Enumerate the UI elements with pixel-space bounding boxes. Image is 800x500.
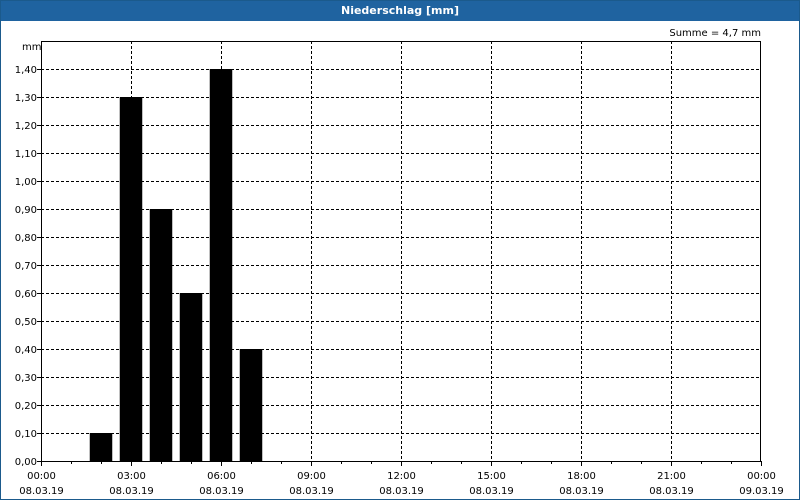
bar [239,349,263,461]
x-tick-date-label: 08.03.19 [109,486,154,497]
y-tick-label: 0,30 [15,373,37,384]
x-tick-time-label: 09:00 [297,471,326,482]
y-tick-label: 0,10 [15,429,37,440]
grid-layer [41,41,761,461]
bar [209,69,233,461]
bar [89,433,113,461]
y-tick-label: 0,40 [15,345,37,356]
y-tick-label: 0,70 [15,261,37,272]
y-tick-label: 0,50 [15,317,37,328]
y-axis-unit-label: mm [22,42,41,53]
bar [179,293,203,461]
y-tick-label: 1,40 [15,65,37,76]
x-tick-time-label: 15:00 [477,471,506,482]
x-tick-date-label: 08.03.19 [559,486,604,497]
y-tick-label: 1,10 [15,149,37,160]
x-tick-time-label: 18:00 [567,471,596,482]
x-tick-time-label: 06:00 [207,471,236,482]
x-tick-date-label: 08.03.19 [199,486,244,497]
y-tick-label: 0,00 [15,457,37,468]
sum-annotation: Summe = 4,7 mm [669,28,761,39]
x-tick-date-label: 08.03.19 [19,486,64,497]
x-tick-date-label: 09.03.19 [739,486,784,497]
y-tick-label: 1,30 [15,93,37,104]
x-tick-time-label: 03:00 [117,471,146,482]
y-tick-label: 0,90 [15,205,37,216]
y-tick-label: 1,00 [15,177,37,188]
precipitation-chart: mm Summe = 4,7 mm 0,00 0,10 0,20 0,30 0,40 0,… [15,28,784,497]
x-tick-time-label: 00:00 [27,471,56,482]
y-tick-label: 1,20 [15,121,37,132]
x-tick-date-label: 08.03.19 [289,486,334,497]
x-tick-date-label: 08.03.19 [649,486,694,497]
x-tick-time-label: 21:00 [657,471,686,482]
x-tick-time-label: 00:00 [747,471,776,482]
x-tick-date-label: 08.03.19 [379,486,424,497]
bar [119,97,143,461]
y-tick-label: 0,60 [15,289,37,300]
y-tick-label: 0,20 [15,401,37,412]
x-tick-date-label: 08.03.19 [469,486,514,497]
y-tick-label: 0,80 [15,233,37,244]
bar [149,209,173,461]
x-tick-time-label: 12:00 [387,471,416,482]
